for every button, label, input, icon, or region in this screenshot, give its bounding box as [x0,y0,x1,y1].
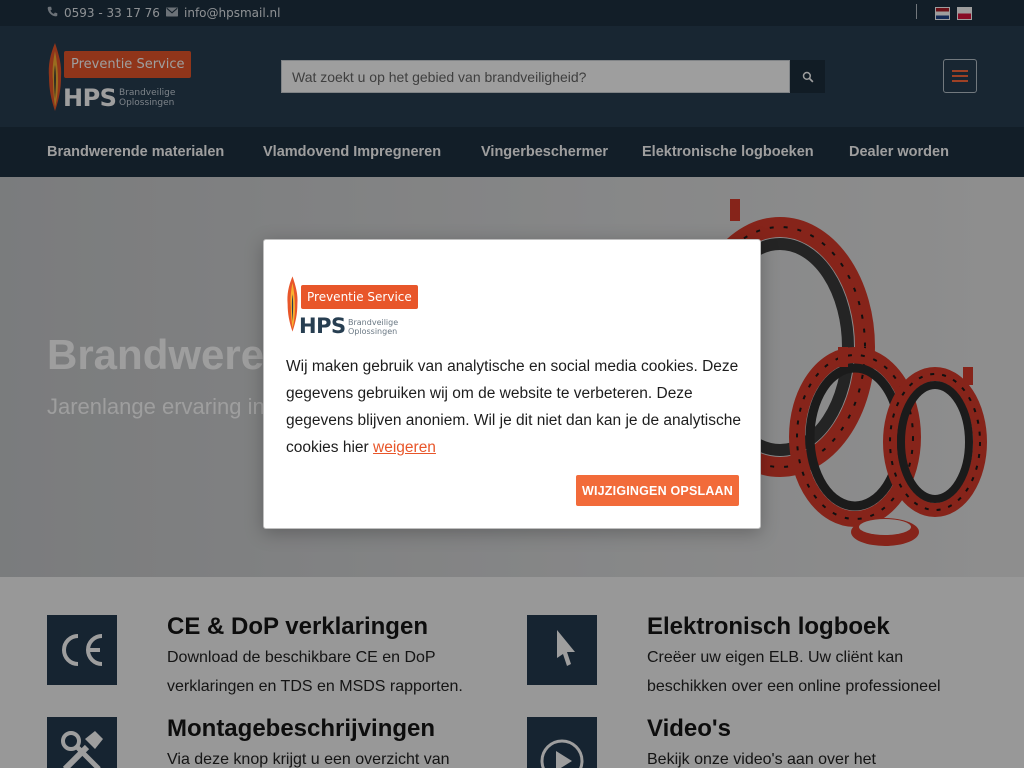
modal-logo-badge: Preventie Service [301,285,418,309]
cookie-consent-modal: Preventie Service HPS Brandveilige Oplos… [263,239,761,529]
modal-logo-tagline-line1: Brandveilige [348,318,399,327]
decline-cookies-link[interactable]: weigeren [373,439,436,456]
modal-logo-wordmark: HPS [299,314,346,338]
modal-logo-tagline-line2: Oplossingen [348,327,398,336]
modal-hps-logo: Preventie Service HPS Brandveilige Oplos… [286,274,418,340]
save-changes-button[interactable]: WIJZIGINGEN OPSLAAN [576,475,739,506]
modal-logo-tagline: Brandveilige Oplossingen [348,318,398,336]
cookie-message-text: Wij maken gebruik van analytische en soc… [286,358,741,456]
flame-logo-icon [287,276,298,332]
cookie-message: Wij maken gebruik van analytische en soc… [286,353,746,461]
